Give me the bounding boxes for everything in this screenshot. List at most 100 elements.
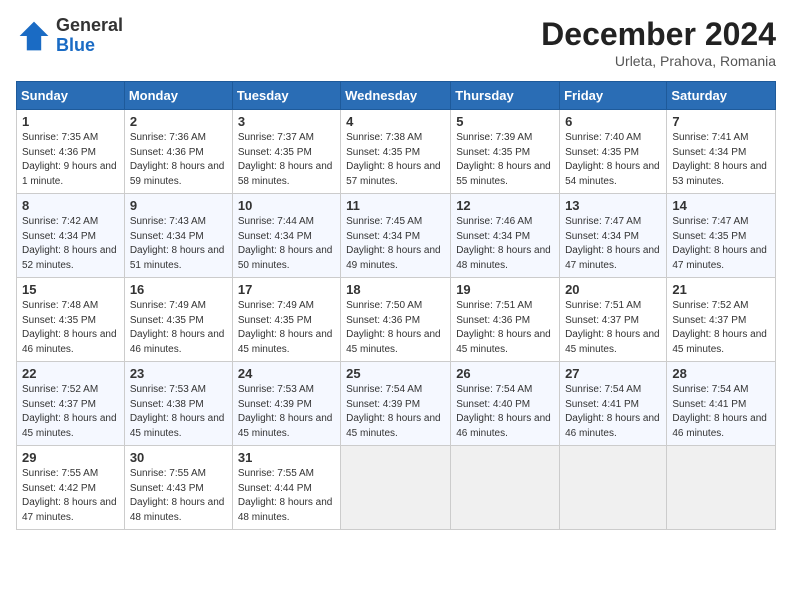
day-info: Sunrise: 7:52 AM Sunset: 4:37 PM Dayligh… bbox=[22, 383, 119, 441]
day-info: Sunrise: 7:48 AM Sunset: 4:35 PM Dayligh… bbox=[22, 299, 119, 357]
header-monday: Monday bbox=[124, 82, 232, 110]
day-number: 26 bbox=[456, 366, 554, 381]
day-info: Sunrise: 7:55 AM Sunset: 4:43 PM Dayligh… bbox=[130, 467, 227, 525]
table-row: 13 Sunrise: 7:47 AM Sunset: 4:34 PM Dayl… bbox=[560, 194, 667, 278]
table-row: 29 Sunrise: 7:55 AM Sunset: 4:42 PM Dayl… bbox=[17, 446, 125, 530]
logo-icon bbox=[16, 18, 52, 54]
table-row: 1 Sunrise: 7:35 AM Sunset: 4:36 PM Dayli… bbox=[17, 110, 125, 194]
day-info: Sunrise: 7:42 AM Sunset: 4:34 PM Dayligh… bbox=[22, 215, 119, 273]
month-title: December 2024 bbox=[541, 16, 776, 53]
day-number: 12 bbox=[456, 198, 554, 213]
day-info: Sunrise: 7:40 AM Sunset: 4:35 PM Dayligh… bbox=[565, 131, 661, 189]
table-row: 20 Sunrise: 7:51 AM Sunset: 4:37 PM Dayl… bbox=[560, 278, 667, 362]
day-number: 28 bbox=[672, 366, 770, 381]
table-row: 18 Sunrise: 7:50 AM Sunset: 4:36 PM Dayl… bbox=[341, 278, 451, 362]
day-info: Sunrise: 7:54 AM Sunset: 4:41 PM Dayligh… bbox=[672, 383, 770, 441]
day-number: 13 bbox=[565, 198, 661, 213]
day-info: Sunrise: 7:54 AM Sunset: 4:40 PM Dayligh… bbox=[456, 383, 554, 441]
day-number: 4 bbox=[346, 114, 445, 129]
table-row: 16 Sunrise: 7:49 AM Sunset: 4:35 PM Dayl… bbox=[124, 278, 232, 362]
table-row: 31 Sunrise: 7:55 AM Sunset: 4:44 PM Dayl… bbox=[232, 446, 340, 530]
calendar-week-row: 22 Sunrise: 7:52 AM Sunset: 4:37 PM Dayl… bbox=[17, 362, 776, 446]
table-row: 22 Sunrise: 7:52 AM Sunset: 4:37 PM Dayl… bbox=[17, 362, 125, 446]
day-info: Sunrise: 7:47 AM Sunset: 4:34 PM Dayligh… bbox=[565, 215, 661, 273]
logo-blue-text: Blue bbox=[56, 36, 123, 56]
table-row bbox=[341, 446, 451, 530]
day-info: Sunrise: 7:50 AM Sunset: 4:36 PM Dayligh… bbox=[346, 299, 445, 357]
day-number: 10 bbox=[238, 198, 335, 213]
table-row: 26 Sunrise: 7:54 AM Sunset: 4:40 PM Dayl… bbox=[451, 362, 560, 446]
page-header: General Blue December 2024 Urleta, Praho… bbox=[16, 16, 776, 69]
day-number: 24 bbox=[238, 366, 335, 381]
day-info: Sunrise: 7:41 AM Sunset: 4:34 PM Dayligh… bbox=[672, 131, 770, 189]
day-info: Sunrise: 7:49 AM Sunset: 4:35 PM Dayligh… bbox=[130, 299, 227, 357]
table-row: 4 Sunrise: 7:38 AM Sunset: 4:35 PM Dayli… bbox=[341, 110, 451, 194]
day-number: 31 bbox=[238, 450, 335, 465]
day-number: 11 bbox=[346, 198, 445, 213]
day-number: 25 bbox=[346, 366, 445, 381]
table-row: 24 Sunrise: 7:53 AM Sunset: 4:39 PM Dayl… bbox=[232, 362, 340, 446]
day-number: 22 bbox=[22, 366, 119, 381]
day-info: Sunrise: 7:55 AM Sunset: 4:44 PM Dayligh… bbox=[238, 467, 335, 525]
header-saturday: Saturday bbox=[667, 82, 776, 110]
day-number: 5 bbox=[456, 114, 554, 129]
table-row bbox=[667, 446, 776, 530]
day-number: 30 bbox=[130, 450, 227, 465]
calendar-table: Sunday Monday Tuesday Wednesday Thursday… bbox=[16, 81, 776, 530]
day-info: Sunrise: 7:37 AM Sunset: 4:35 PM Dayligh… bbox=[238, 131, 335, 189]
table-row: 12 Sunrise: 7:46 AM Sunset: 4:34 PM Dayl… bbox=[451, 194, 560, 278]
day-number: 16 bbox=[130, 282, 227, 297]
table-row: 11 Sunrise: 7:45 AM Sunset: 4:34 PM Dayl… bbox=[341, 194, 451, 278]
day-number: 2 bbox=[130, 114, 227, 129]
table-row bbox=[451, 446, 560, 530]
day-info: Sunrise: 7:49 AM Sunset: 4:35 PM Dayligh… bbox=[238, 299, 335, 357]
table-row: 21 Sunrise: 7:52 AM Sunset: 4:37 PM Dayl… bbox=[667, 278, 776, 362]
calendar-week-row: 1 Sunrise: 7:35 AM Sunset: 4:36 PM Dayli… bbox=[17, 110, 776, 194]
day-number: 17 bbox=[238, 282, 335, 297]
day-number: 14 bbox=[672, 198, 770, 213]
day-number: 20 bbox=[565, 282, 661, 297]
day-info: Sunrise: 7:53 AM Sunset: 4:38 PM Dayligh… bbox=[130, 383, 227, 441]
day-info: Sunrise: 7:55 AM Sunset: 4:42 PM Dayligh… bbox=[22, 467, 119, 525]
day-info: Sunrise: 7:38 AM Sunset: 4:35 PM Dayligh… bbox=[346, 131, 445, 189]
table-row: 19 Sunrise: 7:51 AM Sunset: 4:36 PM Dayl… bbox=[451, 278, 560, 362]
header-friday: Friday bbox=[560, 82, 667, 110]
day-info: Sunrise: 7:44 AM Sunset: 4:34 PM Dayligh… bbox=[238, 215, 335, 273]
day-number: 3 bbox=[238, 114, 335, 129]
day-info: Sunrise: 7:39 AM Sunset: 4:35 PM Dayligh… bbox=[456, 131, 554, 189]
table-row: 30 Sunrise: 7:55 AM Sunset: 4:43 PM Dayl… bbox=[124, 446, 232, 530]
day-info: Sunrise: 7:45 AM Sunset: 4:34 PM Dayligh… bbox=[346, 215, 445, 273]
day-info: Sunrise: 7:54 AM Sunset: 4:39 PM Dayligh… bbox=[346, 383, 445, 441]
day-number: 8 bbox=[22, 198, 119, 213]
day-number: 21 bbox=[672, 282, 770, 297]
header-thursday: Thursday bbox=[451, 82, 560, 110]
location-subtitle: Urleta, Prahova, Romania bbox=[541, 53, 776, 69]
day-number: 1 bbox=[22, 114, 119, 129]
day-info: Sunrise: 7:46 AM Sunset: 4:34 PM Dayligh… bbox=[456, 215, 554, 273]
table-row: 9 Sunrise: 7:43 AM Sunset: 4:34 PM Dayli… bbox=[124, 194, 232, 278]
table-row: 3 Sunrise: 7:37 AM Sunset: 4:35 PM Dayli… bbox=[232, 110, 340, 194]
day-number: 19 bbox=[456, 282, 554, 297]
table-row bbox=[560, 446, 667, 530]
logo-text: General Blue bbox=[56, 16, 123, 56]
table-row: 6 Sunrise: 7:40 AM Sunset: 4:35 PM Dayli… bbox=[560, 110, 667, 194]
day-info: Sunrise: 7:52 AM Sunset: 4:37 PM Dayligh… bbox=[672, 299, 770, 357]
calendar-week-row: 29 Sunrise: 7:55 AM Sunset: 4:42 PM Dayl… bbox=[17, 446, 776, 530]
table-row: 17 Sunrise: 7:49 AM Sunset: 4:35 PM Dayl… bbox=[232, 278, 340, 362]
table-row: 25 Sunrise: 7:54 AM Sunset: 4:39 PM Dayl… bbox=[341, 362, 451, 446]
day-number: 7 bbox=[672, 114, 770, 129]
day-info: Sunrise: 7:36 AM Sunset: 4:36 PM Dayligh… bbox=[130, 131, 227, 189]
day-info: Sunrise: 7:51 AM Sunset: 4:37 PM Dayligh… bbox=[565, 299, 661, 357]
day-number: 6 bbox=[565, 114, 661, 129]
day-number: 29 bbox=[22, 450, 119, 465]
table-row: 2 Sunrise: 7:36 AM Sunset: 4:36 PM Dayli… bbox=[124, 110, 232, 194]
calendar-week-row: 15 Sunrise: 7:48 AM Sunset: 4:35 PM Dayl… bbox=[17, 278, 776, 362]
day-number: 27 bbox=[565, 366, 661, 381]
table-row: 8 Sunrise: 7:42 AM Sunset: 4:34 PM Dayli… bbox=[17, 194, 125, 278]
table-row: 15 Sunrise: 7:48 AM Sunset: 4:35 PM Dayl… bbox=[17, 278, 125, 362]
day-info: Sunrise: 7:35 AM Sunset: 4:36 PM Dayligh… bbox=[22, 131, 119, 189]
table-row: 27 Sunrise: 7:54 AM Sunset: 4:41 PM Dayl… bbox=[560, 362, 667, 446]
calendar-week-row: 8 Sunrise: 7:42 AM Sunset: 4:34 PM Dayli… bbox=[17, 194, 776, 278]
day-info: Sunrise: 7:43 AM Sunset: 4:34 PM Dayligh… bbox=[130, 215, 227, 273]
logo: General Blue bbox=[16, 16, 123, 56]
